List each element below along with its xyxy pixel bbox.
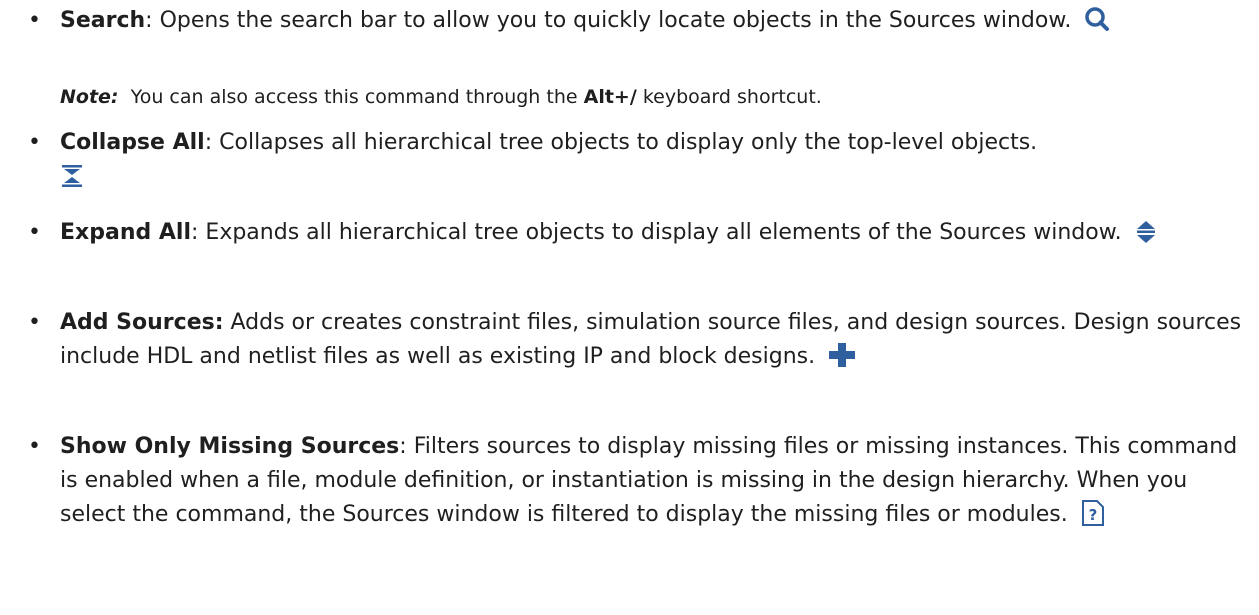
desc-collapse-all: Collapses all hierarchical tree objects … xyxy=(212,130,1038,155)
term-show-only-missing-sources: Show Only Missing Sources xyxy=(60,434,400,459)
term-search: Search xyxy=(60,8,146,33)
desc-add-sources: Adds or creates constraint files, simula… xyxy=(60,310,1242,369)
document-body: • Search: Opens the search bar to allow … xyxy=(0,0,1259,615)
item-text: Show Only Missing Sources: Filters sourc… xyxy=(60,430,1250,537)
item-text: Expand All: Expands all hierarchical tre… xyxy=(60,216,1250,255)
bullet: • xyxy=(28,130,41,155)
term-expand-all: Expand All xyxy=(60,220,191,245)
note-label: Note: xyxy=(60,86,119,108)
item-text: Search: Opens the search bar to allow yo… xyxy=(60,4,1250,43)
bullet: • xyxy=(28,220,41,245)
term-collapse-all: Collapse All xyxy=(60,130,205,155)
desc-search: Opens the search bar to allow you to qui… xyxy=(152,8,1072,33)
item-text: Add Sources: Adds or creates constraint … xyxy=(60,306,1250,379)
search-icon xyxy=(1084,6,1110,43)
term-add-sources: Add Sources: xyxy=(60,310,224,335)
collapse-all-icon xyxy=(60,164,84,199)
bullet: • xyxy=(28,8,41,33)
missing-sources-icon: ? xyxy=(1081,500,1105,537)
note: Note: You can also access this command t… xyxy=(60,86,822,108)
desc-expand-all: Expands all hierarchical tree objects to… xyxy=(198,220,1122,245)
expand-all-icon xyxy=(1135,220,1157,255)
bullet: • xyxy=(28,310,41,335)
item-text: Collapse All: Collapses all hierarchical… xyxy=(60,126,1250,199)
svg-text:?: ? xyxy=(1088,506,1097,524)
bullet: • xyxy=(28,434,41,459)
add-icon xyxy=(828,342,856,379)
keyboard-shortcut: Alt+/ xyxy=(583,86,637,108)
